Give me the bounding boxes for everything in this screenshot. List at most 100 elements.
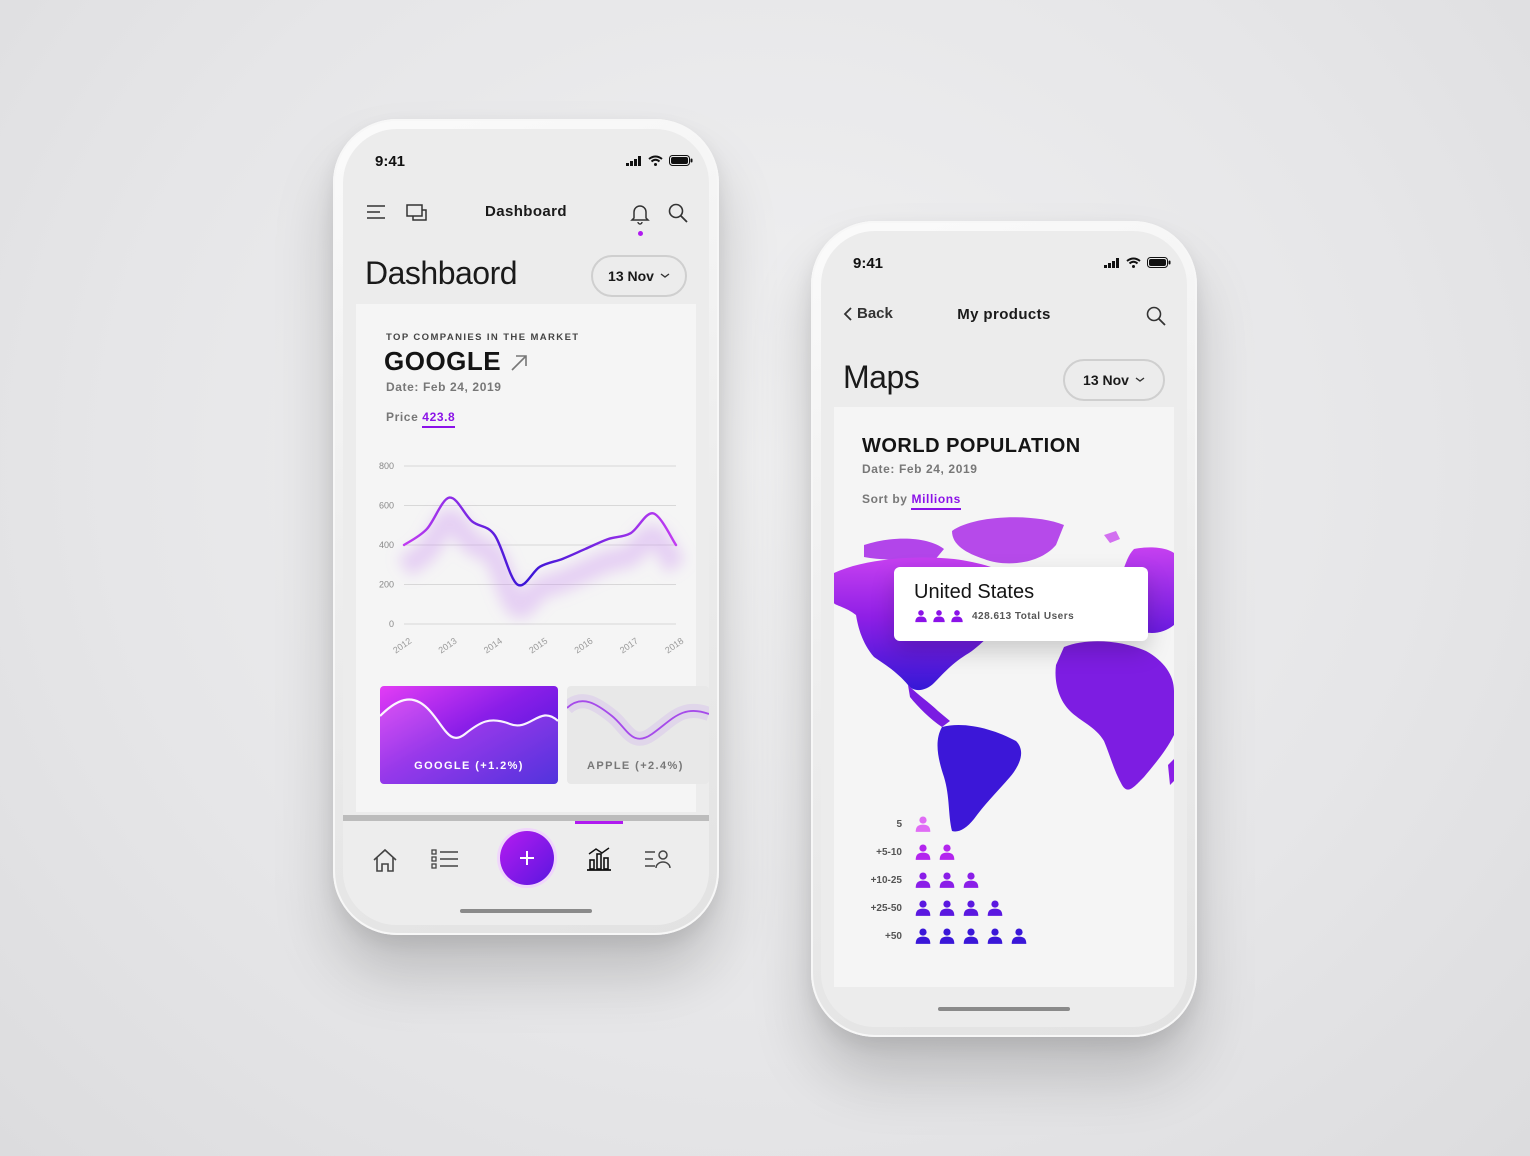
status-time: 9:41 xyxy=(375,153,406,170)
active-tab-indicator xyxy=(575,821,623,824)
search-icon[interactable] xyxy=(667,202,689,224)
region-madagascar[interactable] xyxy=(1168,759,1174,785)
home-indicator xyxy=(460,909,592,913)
region-central-america[interactable] xyxy=(908,685,950,727)
price-label: Price xyxy=(386,410,419,424)
region-greenland[interactable] xyxy=(952,517,1064,564)
tab-home-icon[interactable] xyxy=(371,847,399,873)
tooltip-stat: 428.613 Total Users xyxy=(972,611,1075,622)
legend-label: 5 xyxy=(896,819,902,830)
dashboard-screen: 9:41 Dashboard Dashbaord 13 Nov TOP COMP… xyxy=(343,129,709,925)
legend-label: +5-10 xyxy=(876,847,902,858)
tab-add-button[interactable] xyxy=(500,831,554,885)
battery-icon xyxy=(1147,257,1171,268)
maps-screen: 9:41 Back My products Maps 13 Nov WORLD … xyxy=(821,231,1187,1027)
maps-phone: 9:41 Back My products Maps 13 Nov WORLD … xyxy=(811,221,1197,1037)
legend-icons xyxy=(914,899,1004,917)
notification-dot xyxy=(638,231,643,236)
person-icon xyxy=(1011,928,1027,944)
person-icon xyxy=(987,928,1003,944)
legend-label: +25-50 xyxy=(870,903,902,914)
card-eyebrow: TOP COMPANIES IN THE MARKET xyxy=(386,332,580,343)
company-card: TOP COMPANIES IN THE MARKET GOOGLE Date:… xyxy=(356,304,709,812)
person-icon xyxy=(915,816,931,832)
region-africa[interactable] xyxy=(1055,641,1174,790)
wifi-icon xyxy=(1126,257,1141,268)
y-tick-label: 800 xyxy=(379,461,394,471)
person-icon xyxy=(939,900,955,916)
home-indicator xyxy=(938,1007,1070,1011)
date-picker-label: 13 Nov xyxy=(1083,372,1129,388)
nav-title: My products xyxy=(957,306,1051,323)
status-icons xyxy=(626,155,693,166)
legend-label: +50 xyxy=(885,931,902,942)
nav-title: Dashboard xyxy=(485,203,567,220)
x-tick-label: 2016 xyxy=(573,636,595,656)
y-tick-label: 600 xyxy=(379,501,394,511)
x-tick-label: 2017 xyxy=(618,636,640,656)
country-tooltip: United States 428.613 Total Users xyxy=(894,567,1148,641)
person-icon xyxy=(915,844,931,860)
legend-icons xyxy=(914,815,932,833)
x-tick-label: 2013 xyxy=(437,636,459,656)
tab-profile-icon[interactable] xyxy=(643,847,671,871)
sort-label: Sort by xyxy=(862,492,908,506)
price-row: Price 423.8 xyxy=(386,410,456,428)
tooltip-country: United States xyxy=(914,581,1035,603)
status-icons xyxy=(1104,257,1171,268)
population-card: WORLD POPULATION Date: Feb 24, 2019 Sort… xyxy=(834,407,1174,987)
y-tick-label: 0 xyxy=(389,619,394,629)
person-icon xyxy=(915,610,927,623)
sort-value[interactable]: Millions xyxy=(911,492,961,510)
status-time: 9:41 xyxy=(853,255,884,272)
person-icon xyxy=(951,610,963,623)
date-picker[interactable]: 13 Nov xyxy=(1063,359,1165,401)
mini-card-google[interactable]: GOOGLE (+1.2%) xyxy=(380,686,558,784)
page-title: Maps xyxy=(843,359,920,395)
search-icon[interactable] xyxy=(1145,305,1167,327)
date-picker[interactable]: 13 Nov xyxy=(591,255,687,297)
mini-card-apple[interactable]: APPLE (+2.4%) xyxy=(567,686,709,784)
battery-icon xyxy=(669,155,693,166)
card-title: WORLD POPULATION xyxy=(862,435,1081,457)
world-map xyxy=(834,517,1174,832)
bell-icon[interactable] xyxy=(629,202,651,226)
signal-icon xyxy=(1104,257,1119,268)
x-tick-label: 2014 xyxy=(482,636,504,656)
legend-icons xyxy=(914,927,1028,945)
x-tick-label: 2015 xyxy=(527,636,549,656)
region-svalbard[interactable] xyxy=(1104,531,1120,543)
chevron-down-icon xyxy=(660,273,670,278)
chevron-down-icon xyxy=(1135,377,1145,382)
x-tick-label: 2018 xyxy=(663,636,685,656)
line-glow xyxy=(397,508,686,618)
mini-card-label: APPLE (+2.4%) xyxy=(587,760,684,772)
tab-chart-icon[interactable] xyxy=(585,845,613,873)
wifi-icon xyxy=(648,155,663,166)
person-icon xyxy=(987,900,1003,916)
tab-list-icon[interactable] xyxy=(431,847,459,871)
person-icon xyxy=(939,872,955,888)
signal-icon xyxy=(626,155,641,166)
arrow-up-right-icon[interactable] xyxy=(509,353,529,373)
mini-card-label: GOOGLE (+1.2%) xyxy=(414,760,524,772)
price-line-chart: 0 200 400 600 800 2012 2013 2014 2015 2016 2017 20… xyxy=(379,461,686,656)
legend-icons xyxy=(914,843,956,861)
person-icon xyxy=(963,872,979,888)
person-icon xyxy=(939,928,955,944)
card-date: Date: Feb 24, 2019 xyxy=(862,462,978,476)
person-icon xyxy=(933,610,945,623)
dashboard-phone: 9:41 Dashboard Dashbaord 13 Nov TOP COMP… xyxy=(333,119,719,935)
card-date: Date: Feb 24, 2019 xyxy=(386,380,502,394)
population-legend: 5 +5-10 +10-25 +25-50 +50 xyxy=(834,815,1174,965)
x-tick-label: 2012 xyxy=(391,636,413,656)
person-icon xyxy=(915,928,931,944)
price-value[interactable]: 423.8 xyxy=(422,410,456,428)
y-tick-label: 400 xyxy=(379,540,394,550)
legend-label: +10-25 xyxy=(870,875,902,886)
plus-icon xyxy=(520,851,534,865)
person-icon xyxy=(963,900,979,916)
person-icon xyxy=(939,844,955,860)
sort-row: Sort by Millions xyxy=(862,492,961,510)
legend-icons xyxy=(914,871,980,889)
